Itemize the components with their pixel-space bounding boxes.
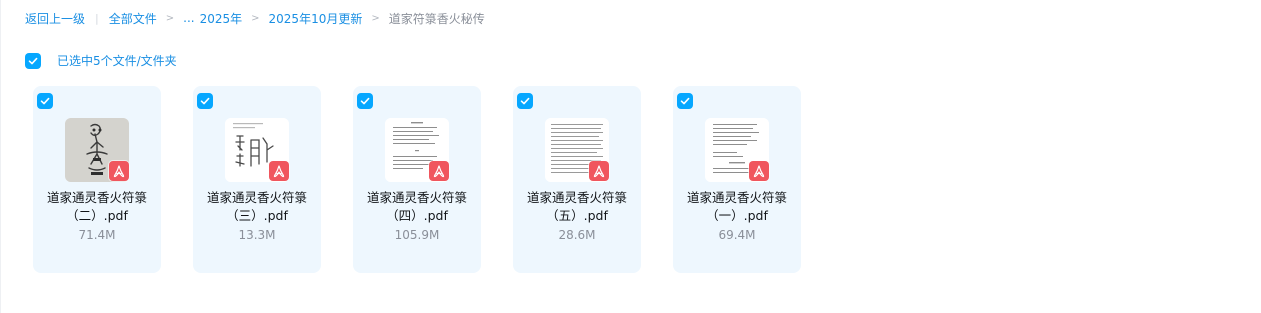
file-card[interactable]: 道家通灵香火符箓 （二）.pdf 71.4M bbox=[33, 86, 161, 273]
file-card[interactable]: 道家通灵香火符箓 （五）.pdf 28.6M bbox=[513, 86, 641, 273]
file-checkbox[interactable] bbox=[37, 93, 53, 109]
file-browser-page: 返回上一级 | 全部文件 > ... 2025年 > 2025年10月更新 > … bbox=[0, 0, 1261, 313]
breadcrumb-month[interactable]: 2025年10月更新 bbox=[269, 10, 363, 27]
file-name-line: （一）.pdf bbox=[706, 208, 768, 223]
file-checkbox[interactable] bbox=[517, 93, 533, 109]
breadcrumb: 返回上一级 | 全部文件 > ... 2025年 > 2025年10月更新 > … bbox=[25, 9, 485, 27]
file-card[interactable]: 道家通灵香火符箓 （一）.pdf 69.4M bbox=[673, 86, 801, 273]
file-name-line: （二）.pdf bbox=[66, 208, 128, 223]
file-name-line: 道家通灵香火符箓 bbox=[46, 190, 147, 205]
file-card[interactable]: 道家通灵香火符箓 （四）.pdf 105.9M bbox=[353, 86, 481, 273]
file-name-line: （五）.pdf bbox=[546, 208, 608, 223]
file-size: 71.4M bbox=[78, 228, 116, 242]
file-size: 105.9M bbox=[394, 228, 440, 242]
file-name-line: 道家通灵香火符箓 bbox=[366, 190, 467, 205]
file-checkbox[interactable] bbox=[677, 93, 693, 109]
back-link[interactable]: 返回上一级 bbox=[25, 10, 85, 27]
chevron-right-icon: > bbox=[371, 12, 380, 24]
breadcrumb-ellipsis[interactable]: ... bbox=[183, 11, 194, 25]
file-size: 28.6M bbox=[558, 228, 596, 242]
file-name-line: 道家通灵香火符箓 bbox=[526, 190, 627, 205]
pdf-icon bbox=[589, 161, 609, 181]
selection-count-label: 已选中5个文件/文件夹 bbox=[57, 54, 177, 68]
select-all-checkbox[interactable] bbox=[25, 52, 41, 69]
file-name[interactable]: 道家通灵香火符箓 （二）.pdf bbox=[39, 189, 155, 225]
pdf-icon bbox=[749, 161, 769, 181]
file-name-line: 道家通灵香火符箓 bbox=[206, 190, 307, 205]
file-name[interactable]: 道家通灵香火符箓 （四）.pdf bbox=[359, 189, 475, 225]
breadcrumb-year[interactable]: 2025年 bbox=[200, 10, 243, 27]
file-name[interactable]: 道家通灵香火符箓 （三）.pdf bbox=[199, 189, 315, 225]
left-border bbox=[0, 0, 1, 313]
check-icon bbox=[40, 97, 50, 105]
breadcrumb-divider: | bbox=[95, 11, 99, 25]
file-name-line: 道家通灵香火符箓 bbox=[686, 190, 787, 205]
pdf-icon bbox=[269, 161, 289, 181]
file-size: 13.3M bbox=[238, 228, 276, 242]
file-grid: 道家通灵香火符箓 （二）.pdf 71.4M 道家通灵香火符箓 （三）.pdf … bbox=[33, 86, 833, 273]
file-checkbox[interactable] bbox=[197, 93, 213, 109]
file-name[interactable]: 道家通灵香火符箓 （一）.pdf bbox=[679, 189, 795, 225]
file-size: 69.4M bbox=[718, 228, 756, 242]
check-icon bbox=[520, 97, 530, 105]
breadcrumb-all-files[interactable]: 全部文件 bbox=[109, 10, 157, 27]
chevron-right-icon: > bbox=[165, 12, 175, 24]
check-icon bbox=[360, 97, 370, 105]
check-icon bbox=[200, 97, 210, 105]
pdf-icon bbox=[109, 161, 129, 181]
chevron-right-icon: > bbox=[251, 12, 260, 24]
file-card[interactable]: 道家通灵香火符箓 （三）.pdf 13.3M bbox=[193, 86, 321, 273]
check-icon bbox=[28, 57, 38, 64]
select-all-row: 已选中5个文件/文件夹 bbox=[25, 52, 177, 69]
check-icon bbox=[680, 97, 690, 105]
file-name-line: （四）.pdf bbox=[386, 208, 448, 223]
pdf-icon bbox=[429, 161, 449, 181]
file-checkbox[interactable] bbox=[357, 93, 373, 109]
breadcrumb-current-folder: 道家符箓香火秘传 bbox=[388, 11, 485, 26]
file-name[interactable]: 道家通灵香火符箓 （五）.pdf bbox=[519, 189, 635, 225]
file-name-line: （三）.pdf bbox=[226, 208, 288, 223]
